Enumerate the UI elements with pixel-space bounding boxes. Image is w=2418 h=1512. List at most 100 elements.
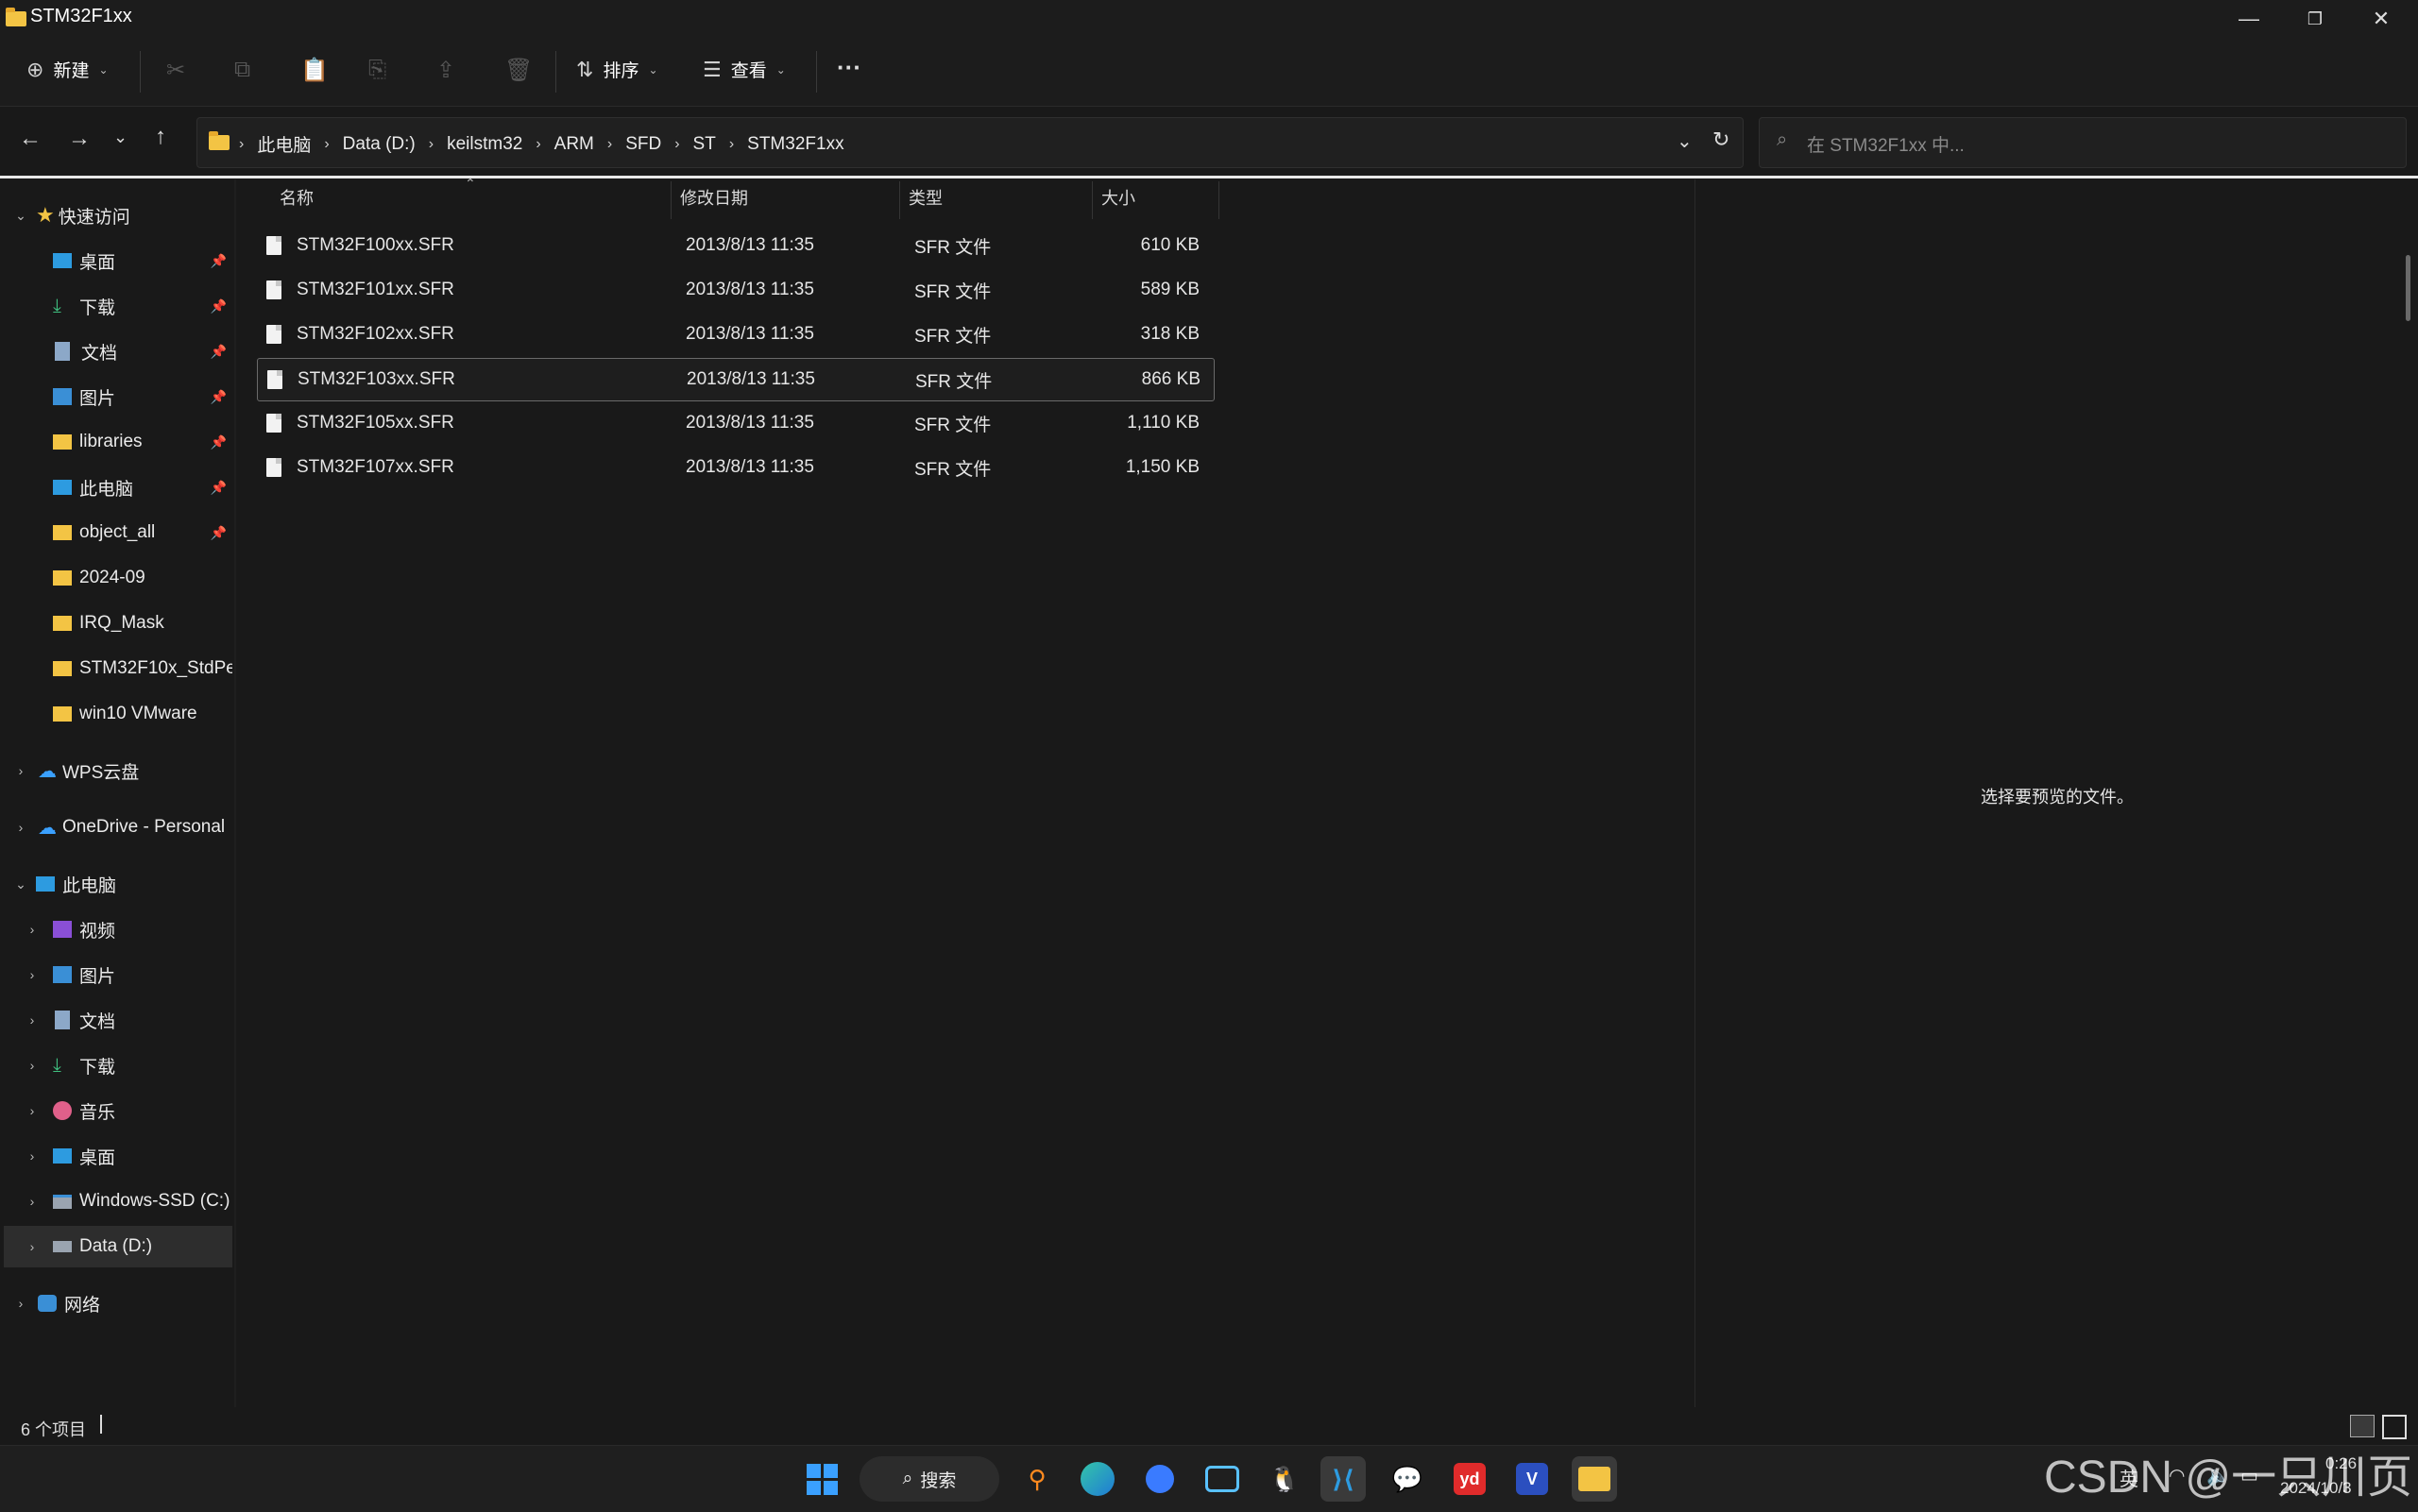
file-icon xyxy=(267,370,282,389)
nav-label: Data (D:) xyxy=(79,1236,153,1256)
nav-item-videos[interactable]: › 视频 xyxy=(21,909,232,950)
chevron-down-icon: ⌄ xyxy=(15,875,26,892)
nav-item-irq-mask[interactable]: IRQ_Mask xyxy=(53,603,232,644)
breadcrumb-item[interactable]: STM32F1xx xyxy=(747,134,843,155)
taskbar-search[interactable]: ⌕ 搜索 xyxy=(860,1456,999,1502)
qq-icon[interactable]: 🐧 xyxy=(1262,1456,1307,1502)
recent-locations-icon[interactable]: ⌄ xyxy=(113,127,128,147)
paste-icon[interactable]: 📋 xyxy=(300,57,329,84)
nav-onedrive[interactable]: › ☁ OneDrive - Personal xyxy=(9,807,232,848)
minimize-button[interactable]: — xyxy=(2216,0,2282,38)
breadcrumb-item[interactable]: SFD xyxy=(625,134,661,155)
details-view-icon[interactable] xyxy=(2350,1415,2375,1437)
table-row-selected[interactable]: STM32F103xx.SFR 2013/8/13 11:35 SFR 文件 8… xyxy=(257,358,1215,401)
nav-item-pictures-pc[interactable]: › 图片 xyxy=(21,954,232,995)
nav-wps-cloud[interactable]: › ☁ WPS云盘 xyxy=(9,750,232,791)
maximize-button[interactable]: ❐ xyxy=(2282,0,2348,38)
nav-item-desktop-pc[interactable]: › 桌面 xyxy=(21,1135,232,1177)
nav-item-stdperiph[interactable]: STM32F10x_StdPe xyxy=(53,648,232,689)
nav-item-desktop[interactable]: 桌面 📌 xyxy=(53,240,232,281)
wechat-icon[interactable]: 💬 xyxy=(1385,1456,1430,1502)
divider xyxy=(140,51,141,93)
nav-item-object-all[interactable]: object_all 📌 xyxy=(53,512,232,553)
nav-label: 图片 xyxy=(79,966,116,987)
table-row[interactable]: STM32F105xx.SFR 2013/8/13 11:35 SFR 文件 1… xyxy=(257,402,1213,444)
edge-browser-icon[interactable] xyxy=(1075,1456,1120,1502)
breadcrumb-item[interactable]: Data (D:) xyxy=(343,134,416,155)
search-box[interactable]: ⌕ 在 STM32F1xx 中... xyxy=(1759,117,2407,168)
nav-this-pc[interactable]: ⌄ 此电脑 xyxy=(9,863,232,905)
new-label: 新建 xyxy=(53,61,90,81)
nav-label: 图片 xyxy=(79,388,116,409)
forward-arrow-icon[interactable]: → xyxy=(68,126,91,152)
table-row[interactable]: STM32F101xx.SFR 2013/8/13 11:35 SFR 文件 5… xyxy=(257,269,1213,311)
more-options-button[interactable]: ··· xyxy=(837,53,861,82)
breadcrumb-item[interactable]: keilstm32 xyxy=(447,134,522,155)
start-button[interactable] xyxy=(799,1456,844,1502)
feishu-icon[interactable] xyxy=(1137,1456,1183,1502)
nav-item-pictures[interactable]: 图片 📌 xyxy=(53,376,232,417)
chevron-right-icon: › xyxy=(29,1194,35,1209)
table-row[interactable]: STM32F102xx.SFR 2013/8/13 11:35 SFR 文件 3… xyxy=(257,314,1213,355)
nav-label: 文档 xyxy=(79,1011,116,1032)
bilibili-icon[interactable] xyxy=(1200,1456,1245,1502)
column-header-name[interactable]: 名称 xyxy=(280,185,314,213)
search-app-icon[interactable]: ⚲ xyxy=(1014,1456,1060,1502)
nav-item-documents[interactable]: 文档 📌 xyxy=(53,331,232,372)
nav-item-documents-pc[interactable]: › 文档 xyxy=(21,999,232,1041)
scrollbar[interactable] xyxy=(2406,255,2410,321)
youdao-icon[interactable]: yd xyxy=(1447,1456,1492,1502)
pin-icon: 📌 xyxy=(210,388,227,404)
file-explorer-icon[interactable] xyxy=(1572,1456,1617,1502)
nav-item-downloads[interactable]: ⤓ 下载 📌 xyxy=(53,285,232,327)
nav-item-libraries[interactable]: libraries 📌 xyxy=(53,421,232,463)
share-icon[interactable]: ⇪ xyxy=(436,57,455,84)
address-dropdown-icon[interactable]: ⌄ xyxy=(1677,129,1693,153)
column-divider[interactable] xyxy=(1218,181,1219,219)
document-icon xyxy=(55,342,70,361)
app-logo: V xyxy=(1516,1463,1548,1495)
nav-item-this-pc-pinned[interactable]: 此电脑 📌 xyxy=(53,467,232,508)
back-arrow-icon[interactable]: ← xyxy=(19,126,42,152)
vscode-icon[interactable]: ⟩⟨ xyxy=(1320,1456,1366,1502)
nav-item-2024-09[interactable]: 2024-09 xyxy=(53,557,232,599)
address-bar[interactable]: › 此电脑 › Data (D:) › keilstm32 › ARM › SF… xyxy=(196,117,1744,168)
nav-item-downloads-pc[interactable]: › ⤓ 下载 xyxy=(21,1045,232,1086)
nav-item-drive-d[interactable]: › Data (D:) xyxy=(4,1226,232,1267)
breadcrumb-item[interactable]: 此电脑 xyxy=(257,131,311,157)
breadcrumb-item[interactable]: ARM xyxy=(554,134,594,155)
table-row[interactable]: STM32F100xx.SFR 2013/8/13 11:35 SFR 文件 6… xyxy=(257,225,1213,266)
vmware-icon[interactable]: V xyxy=(1509,1456,1555,1502)
column-divider[interactable] xyxy=(899,181,900,219)
column-header-modified[interactable]: 修改日期 xyxy=(680,185,748,213)
close-button[interactable]: ✕ xyxy=(2348,0,2414,38)
column-divider[interactable] xyxy=(1092,181,1093,219)
table-row[interactable]: STM32F107xx.SFR 2013/8/13 11:35 SFR 文件 1… xyxy=(257,447,1213,488)
view-button[interactable]: ☰ 查看 ⌄ xyxy=(703,57,786,82)
column-divider[interactable] xyxy=(671,181,672,219)
copy-icon[interactable]: ⧉ xyxy=(234,57,250,83)
cut-icon[interactable]: ✂ xyxy=(166,57,185,84)
nav-item-win10-vmware[interactable]: win10 VMware xyxy=(53,693,232,735)
tiles-view-icon[interactable] xyxy=(2382,1415,2407,1439)
sort-label: 排序 xyxy=(603,61,639,81)
sort-button[interactable]: ⇅ 排序 ⌄ xyxy=(576,57,658,82)
column-header-size[interactable]: 大小 xyxy=(1101,185,1135,213)
nav-item-music[interactable]: › 音乐 xyxy=(21,1090,232,1131)
rename-icon[interactable]: ⎘ xyxy=(368,57,386,83)
breadcrumb-item[interactable]: ST xyxy=(693,134,716,155)
up-arrow-icon[interactable]: ↑ xyxy=(155,124,166,150)
nav-quick-access[interactable]: ⌄ ★ 快速访问 xyxy=(9,195,232,236)
delete-icon[interactable]: 🗑 xyxy=(504,57,533,84)
file-type: SFR 文件 xyxy=(915,371,993,392)
divider xyxy=(100,1415,102,1434)
nav-item-drive-c[interactable]: › Windows-SSD (C:) xyxy=(21,1181,232,1222)
refresh-icon[interactable]: ↻ xyxy=(1712,127,1729,152)
nav-label: OneDrive - Personal xyxy=(62,817,226,837)
new-button[interactable]: ⊕ 新建 ⌄ xyxy=(26,57,109,82)
pin-icon: 📌 xyxy=(210,433,227,450)
pane-splitter[interactable] xyxy=(234,179,236,1407)
nav-network[interactable]: › 网络 xyxy=(9,1283,232,1324)
column-header-type[interactable]: 类型 xyxy=(909,185,943,213)
chevron-down-icon: ⌄ xyxy=(648,62,658,76)
